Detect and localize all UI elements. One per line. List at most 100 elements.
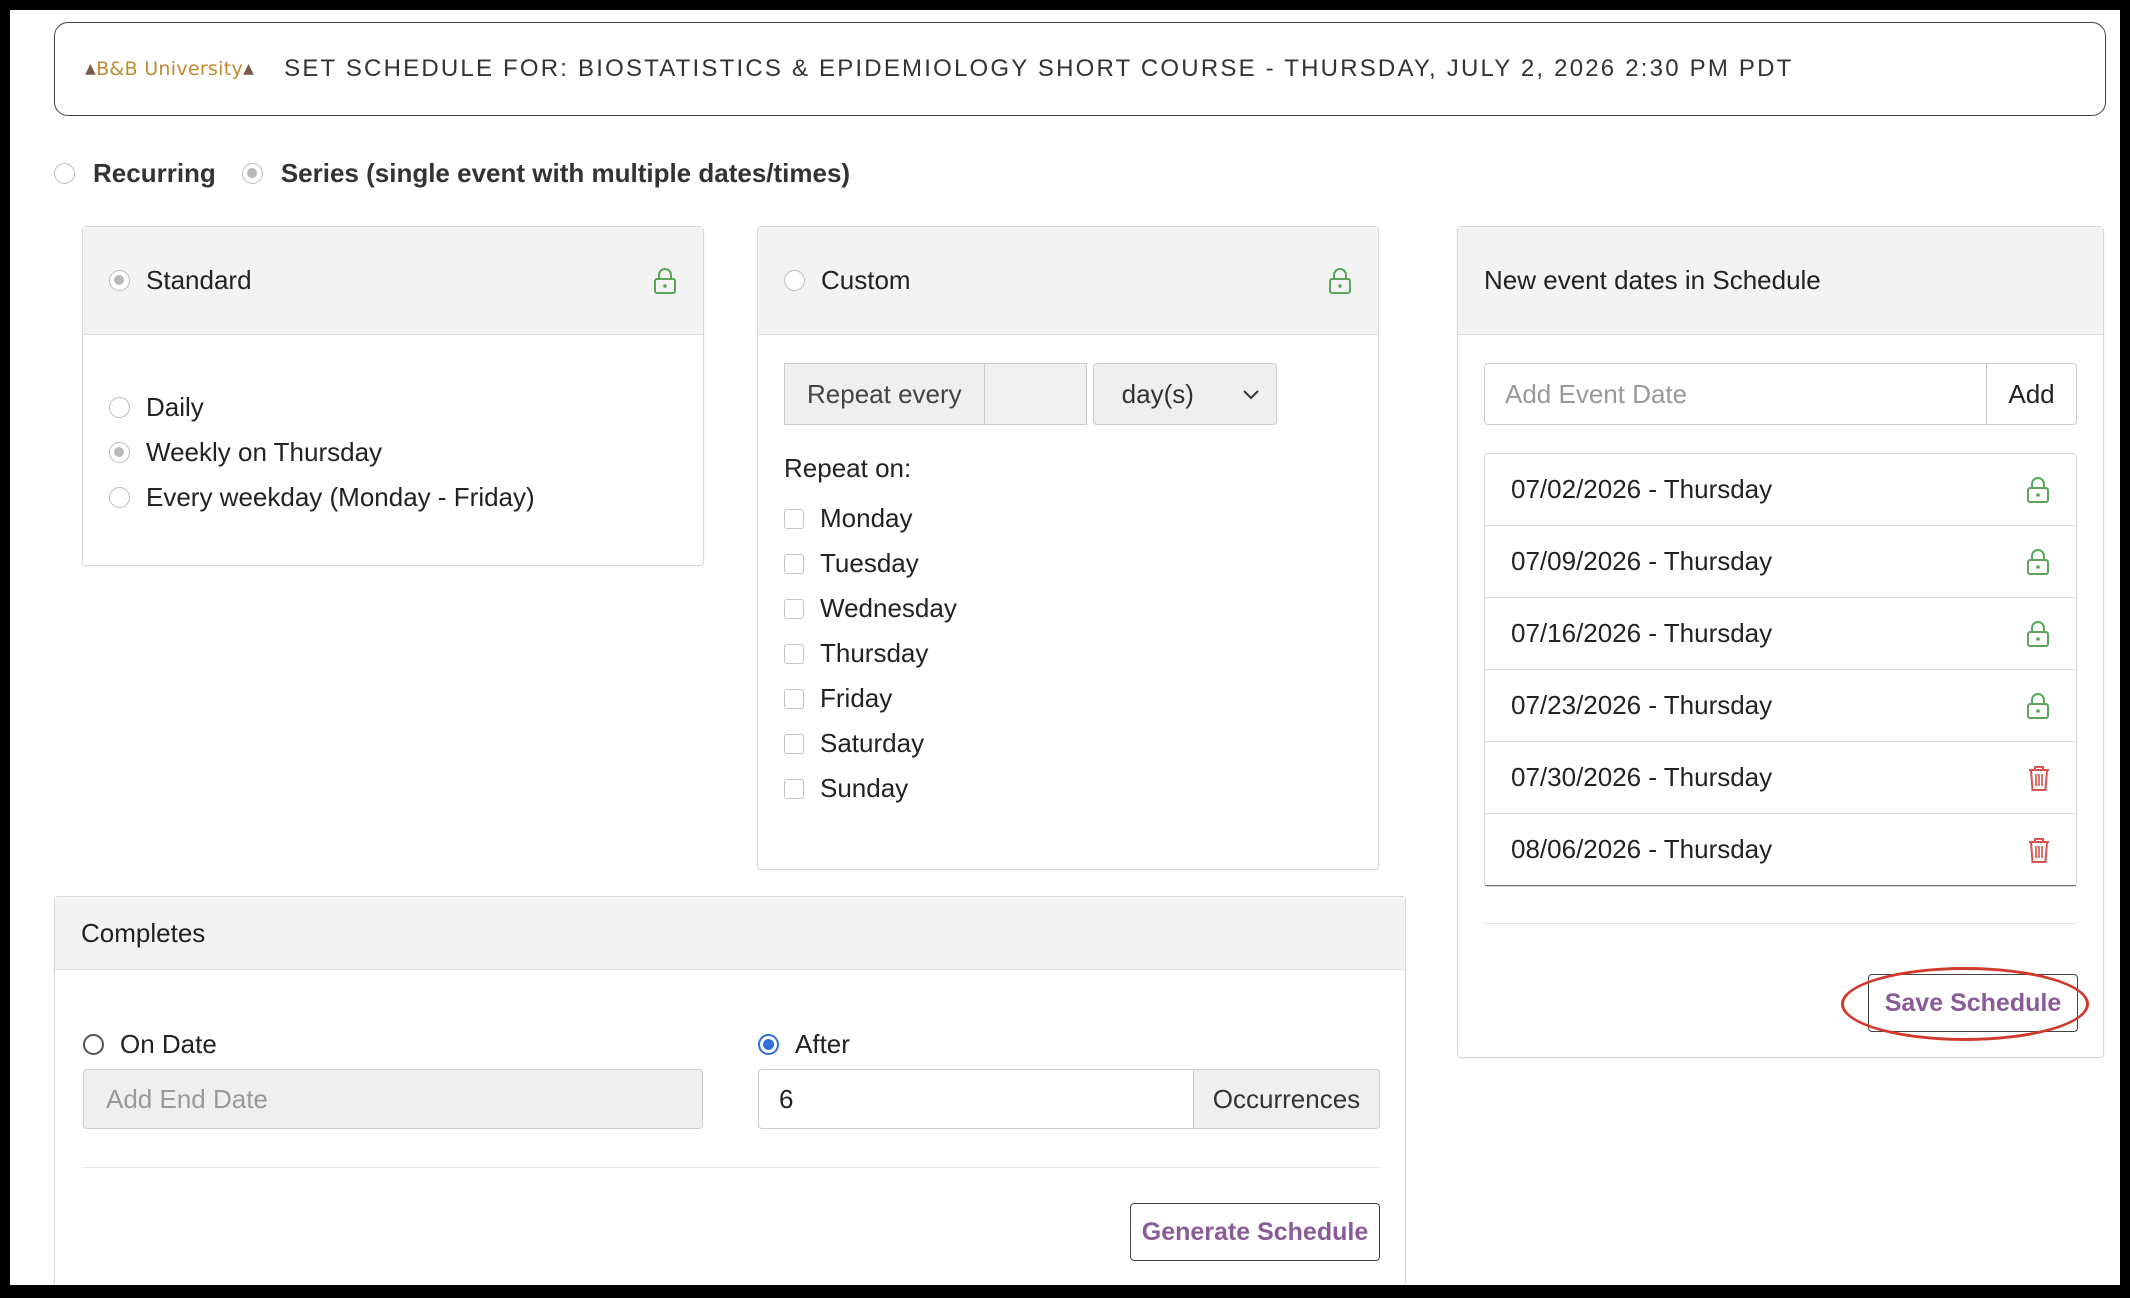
day-tuesday[interactable]: Tuesday [784,541,1352,586]
lock-icon [2027,692,2049,719]
on-date-label: On Date [120,1029,217,1059]
after-option[interactable]: After [758,1029,850,1060]
university-logo: ▲ B&B University ▲ [85,58,254,80]
add-date-button[interactable]: Add [1987,363,2077,425]
completes-card: Completes On Date Add End Date After 6 O… [54,896,1406,1285]
friday-label: Friday [820,683,893,713]
monday-checkbox[interactable] [784,508,804,529]
event-date-label: 07/02/2026 - Thursday [1511,474,1773,504]
end-date-input[interactable]: Add End Date [83,1069,703,1129]
highlight-ellipse [1841,967,2089,1041]
day-friday[interactable]: Friday [784,676,1352,721]
saturday-checkbox[interactable] [784,733,804,754]
series-option[interactable]: Series (single event with multiple dates… [241,158,851,189]
recurring-option[interactable]: Recurring [54,158,216,189]
standard-card-header: Standard [83,227,703,335]
completes-title: Completes [81,917,206,948]
occurrences-label: Occurrences [1194,1069,1380,1129]
page-title: SET SCHEDULE FOR: BIOSTATISTICS & EPIDEM… [284,55,1794,82]
thursday-checkbox[interactable] [784,643,804,664]
event-date-label: 07/09/2026 - Thursday [1511,546,1773,576]
repeat-every-label: Repeat every [784,363,985,425]
sunday-label: Sunday [820,773,909,803]
event-dates-body: Add Event Date Add 07/02/2026 - Thursday… [1458,335,2103,924]
after-radio[interactable] [758,1034,779,1055]
generate-schedule-button[interactable]: Generate Schedule [1130,1203,1380,1261]
custom-title: Custom [821,265,911,295]
standard-title: Standard [146,265,252,295]
trash-icon[interactable] [2028,764,2050,792]
end-date-placeholder: Add End Date [106,1083,268,1114]
repeat-every-input[interactable] [984,363,1087,425]
repeat-unit-value: day(s) [1121,378,1194,409]
completes-card-header: Completes [55,897,1405,970]
logo-triangle-icon: ▲ [243,61,255,77]
day-thursday[interactable]: Thursday [784,631,1352,676]
series-label: Series (single event with multiple dates… [280,158,851,188]
repeat-every-group: Repeat every day(s) [784,363,1352,425]
list-item: 08/06/2026 - Thursday [1485,814,2076,886]
tuesday-checkbox[interactable] [784,553,804,574]
event-date-label: 07/23/2026 - Thursday [1511,690,1773,720]
event-dates-card-header: New event dates in Schedule [1458,227,2103,335]
day-wednesday[interactable]: Wednesday [784,586,1352,631]
day-sunday[interactable]: Sunday [784,766,1352,811]
day-monday[interactable]: Monday [784,496,1352,541]
trash-icon[interactable] [2028,836,2050,864]
repeat-unit-select[interactable]: day(s) [1092,363,1277,425]
daily-label: Daily [146,392,204,422]
custom-option[interactable]: Custom [784,265,911,296]
on-date-radio[interactable] [83,1034,104,1055]
friday-checkbox[interactable] [784,688,804,709]
weekly-radio[interactable] [109,442,130,463]
event-date-label: 07/16/2026 - Thursday [1511,618,1773,648]
event-dates-divider [1484,923,2077,924]
monday-label: Monday [820,503,913,533]
recurring-radio[interactable] [54,163,75,184]
sunday-checkbox[interactable] [784,778,804,799]
day-saturday[interactable]: Saturday [784,721,1352,766]
wednesday-checkbox[interactable] [784,598,804,619]
add-event-date-group: Add Event Date Add [1484,363,2077,425]
recurring-label: Recurring [93,158,216,188]
daily-radio[interactable] [109,397,130,418]
event-dates-title: New event dates in Schedule [1484,265,1821,295]
weekly-label: Weekly on Thursday [146,437,383,467]
series-radio[interactable] [241,163,263,184]
custom-card-header: Custom [758,227,1378,335]
page-header: ▲ B&B University ▲ SET SCHEDULE FOR: BIO… [54,22,2106,116]
repeat-on-label: Repeat on: [784,453,912,483]
logo-text: B&B University [96,58,244,80]
list-item: 07/30/2026 - Thursday [1485,742,2076,814]
tuesday-label: Tuesday [820,548,919,578]
weekday-label: Every weekday (Monday - Friday) [146,482,535,512]
lock-icon [2027,476,2049,503]
standard-radio[interactable] [109,270,130,291]
custom-card: Custom Repeat every day(s) Repeat on: Mo… [757,226,1379,870]
app-frame: ▲ B&B University ▲ SET SCHEDULE FOR: BIO… [10,10,2120,1285]
standard-option-weekday[interactable]: Every weekday (Monday - Friday) [109,475,703,520]
occurrences-group: 6 Occurrences [758,1069,1380,1129]
thursday-label: Thursday [820,638,929,668]
list-item: 07/09/2026 - Thursday [1485,526,2076,598]
logo-triangle-icon: ▲ [85,61,97,77]
lock-icon [2027,620,2049,647]
event-date-label: 07/30/2026 - Thursday [1511,762,1773,792]
on-date-option[interactable]: On Date [83,1029,217,1060]
list-item: 07/23/2026 - Thursday [1485,670,2076,742]
wednesday-label: Wednesday [820,593,957,623]
weekday-radio[interactable] [109,487,130,508]
add-event-date-input[interactable]: Add Event Date [1484,363,1987,425]
completes-divider [83,1167,1379,1168]
standard-option-weekly[interactable]: Weekly on Thursday [109,430,703,475]
repeat-on-days: Monday Tuesday Wednesday Thursday Friday [784,496,1352,811]
custom-radio[interactable] [784,270,805,291]
custom-body: Repeat every day(s) Repeat on: Monday Tu… [758,335,1378,811]
standard-option-daily[interactable]: Daily [109,385,703,430]
occurrences-input[interactable]: 6 [758,1069,1194,1129]
chevron-down-icon [1242,390,1259,400]
standard-card: Standard Daily Weekly on Thursday Every … [82,226,704,566]
schedule-type-selector: Recurring Series (single event with mult… [54,158,850,189]
standard-option[interactable]: Standard [109,265,252,296]
lock-icon [1329,267,1351,294]
